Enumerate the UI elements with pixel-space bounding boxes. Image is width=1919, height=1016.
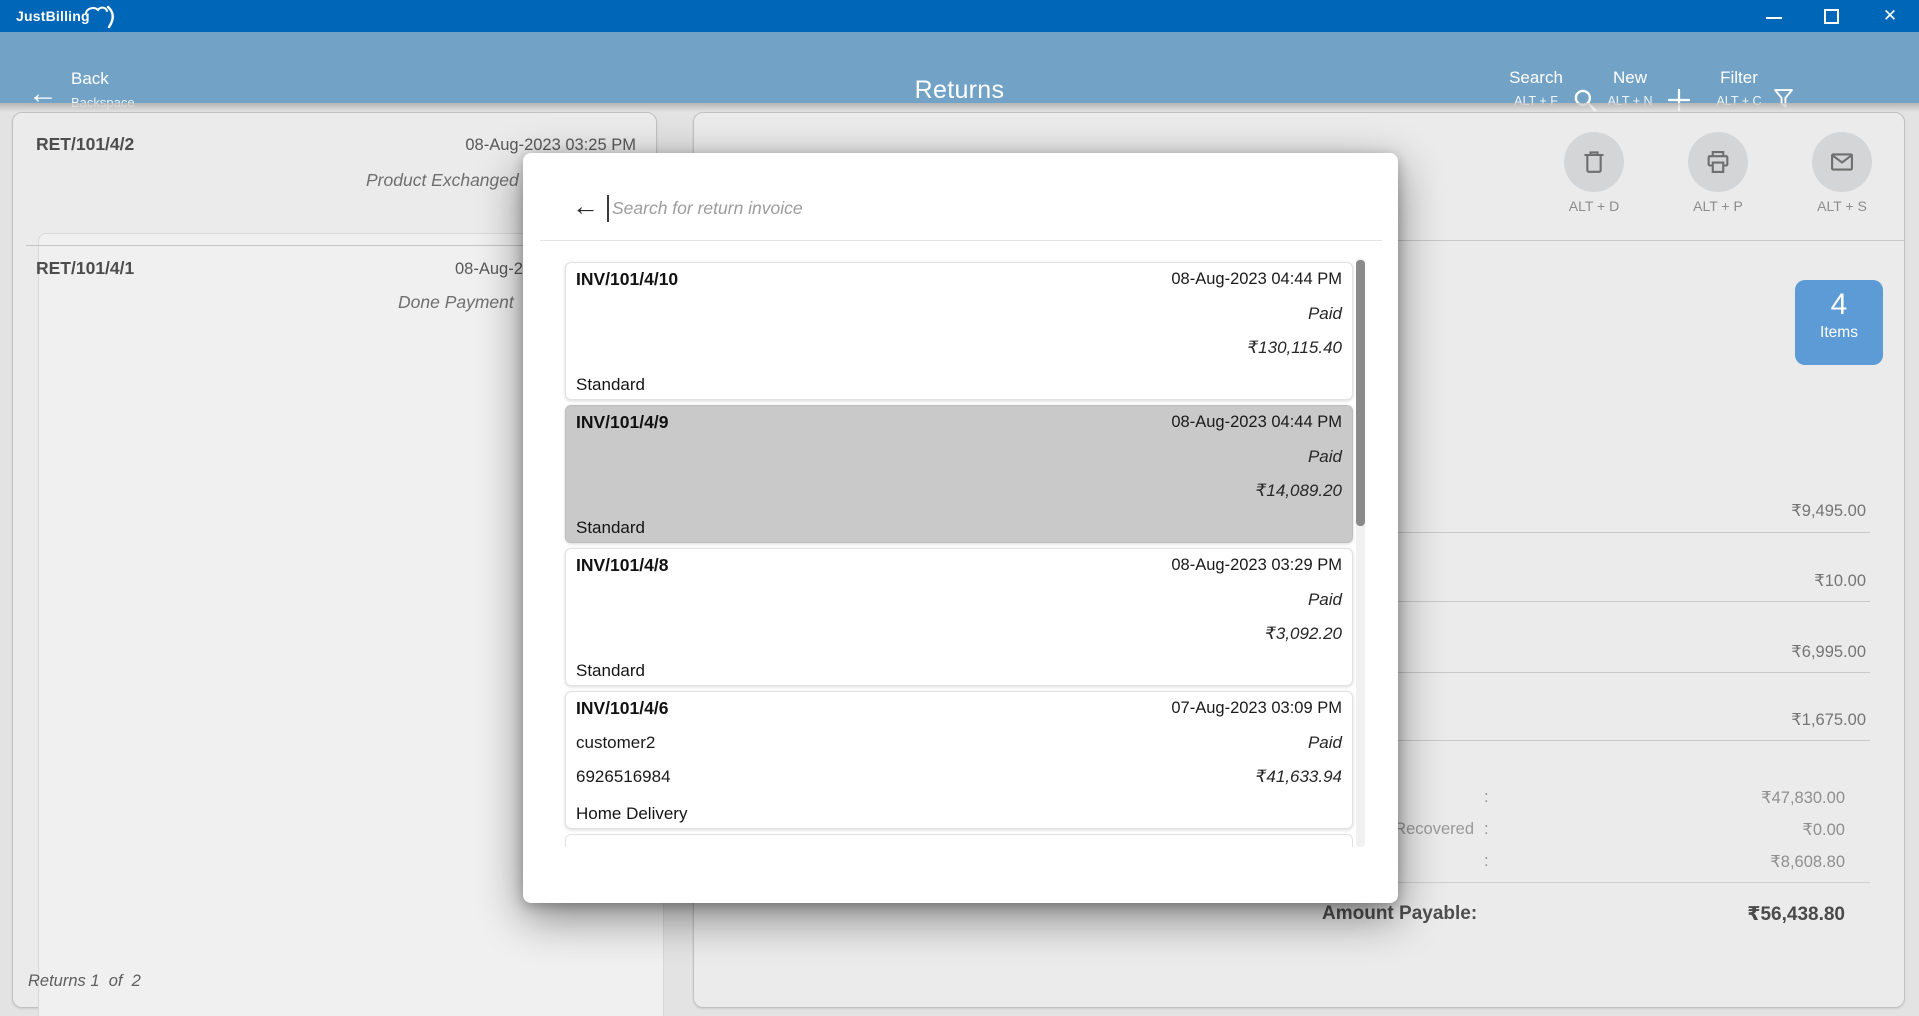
invoice-amount: ₹3,092.20	[1265, 624, 1342, 644]
close-button[interactable]: ✕	[1867, 0, 1913, 32]
maximize-button[interactable]	[1809, 0, 1855, 32]
invoice-card-partial[interactable]	[565, 834, 1353, 847]
invoice-card[interactable]: INV/101/4/10 08-Aug-2023 04:44 PM Paid ₹…	[565, 262, 1353, 400]
invoice-number: INV/101/4/6	[576, 698, 668, 719]
filter-button-label: Filter	[1704, 68, 1774, 88]
envelope-icon	[1828, 148, 1856, 176]
app-header: ← Back Backspace Returns Search ALT + F …	[0, 32, 1919, 103]
return-id: RET/101/4/1	[36, 258, 134, 279]
summary-colon: :	[1484, 788, 1489, 807]
invoice-card[interactable]: INV/101/4/6 07-Aug-2023 03:09 PM custome…	[565, 691, 1353, 829]
app-window: JustBilling ✕ ← Back Backspace Returns S…	[0, 0, 1919, 1016]
line-amount: ₹1,675.00	[1600, 710, 1866, 730]
invoice-amount: ₹41,633.94	[1256, 767, 1342, 787]
invoice-amount: ₹14,089.20	[1256, 481, 1342, 501]
minimize-button[interactable]	[1751, 0, 1797, 32]
return-id: RET/101/4/2	[36, 134, 134, 155]
invoice-type: Standard	[576, 375, 645, 395]
maximize-icon	[1824, 9, 1839, 24]
modal-header-divider	[540, 240, 1382, 241]
header-shadow	[0, 103, 1919, 112]
invoice-datetime: 08-Aug-2023 04:44 PM	[1171, 270, 1342, 289]
line-amount: ₹6,995.00	[1600, 642, 1866, 662]
send-button[interactable]	[1812, 132, 1872, 192]
return-datetime: 08-Aug-20	[455, 260, 532, 279]
summary-value: ₹8,608.80	[1600, 852, 1845, 872]
printer-icon	[1704, 148, 1732, 176]
summary-value: ₹0.00	[1600, 820, 1845, 840]
summary-colon: :	[1484, 852, 1489, 871]
amount-payable-value: ₹56,438.80	[1600, 903, 1845, 926]
invoice-type: Standard	[576, 661, 645, 681]
titlebar: JustBilling ✕	[0, 0, 1919, 32]
invoice-type: Standard	[576, 518, 645, 538]
invoice-datetime: 08-Aug-2023 04:44 PM	[1171, 413, 1342, 432]
modal-list-scrollbar-thumb[interactable]	[1356, 260, 1365, 526]
delete-button[interactable]	[1564, 132, 1624, 192]
invoice-phone: 6926516984	[576, 767, 671, 787]
invoice-number: INV/101/4/8	[576, 555, 668, 576]
items-count-badge: 4 Items	[1795, 280, 1883, 365]
cloud-logo-icon	[84, 1, 128, 31]
invoice-amount: ₹130,115.40	[1247, 338, 1342, 358]
invoice-datetime: 08-Aug-2023 03:29 PM	[1171, 556, 1342, 575]
app-logo: JustBilling	[16, 8, 90, 24]
invoice-status: Paid	[1308, 447, 1342, 467]
summary-colon: :	[1484, 820, 1489, 839]
items-count: 4	[1795, 288, 1883, 322]
trash-icon	[1580, 148, 1608, 176]
invoice-status: Paid	[1308, 733, 1342, 753]
invoice-datetime: 07-Aug-2023 03:09 PM	[1171, 699, 1342, 718]
items-label: Items	[1795, 324, 1883, 342]
summary-value: ₹47,830.00	[1600, 788, 1845, 808]
invoice-status: Paid	[1308, 590, 1342, 610]
invoice-card[interactable]: INV/101/4/8 08-Aug-2023 03:29 PM Paid ₹3…	[565, 548, 1353, 686]
invoice-number: INV/101/4/10	[576, 269, 678, 290]
return-status: Done Payment	[398, 292, 514, 313]
invoice-customer: customer2	[576, 733, 655, 753]
amount-payable-label: Amount Payable:	[1322, 903, 1477, 925]
invoice-number: INV/101/4/9	[576, 412, 668, 433]
line-amount: ₹9,495.00	[1600, 501, 1866, 521]
print-shortcut: ALT + P	[1676, 198, 1760, 214]
send-shortcut: ALT + S	[1800, 198, 1884, 214]
invoice-type: Home Delivery	[576, 804, 687, 824]
line-amount: ₹10.00	[1600, 571, 1866, 591]
return-status: Product Exchanged	[366, 170, 519, 191]
invoice-card-selected[interactable]: INV/101/4/9 08-Aug-2023 04:44 PM Paid ₹1…	[565, 405, 1353, 543]
delete-shortcut: ALT + D	[1552, 198, 1636, 214]
invoice-status: Paid	[1308, 304, 1342, 324]
new-button-label: New	[1602, 68, 1658, 88]
minimize-icon	[1766, 17, 1782, 19]
print-button[interactable]	[1688, 132, 1748, 192]
modal-back-arrow-icon[interactable]: ←	[572, 191, 599, 221]
search-button-label: Search	[1500, 68, 1572, 88]
invoice-search-input[interactable]	[612, 192, 1262, 224]
text-caret	[607, 195, 609, 222]
returns-pager: Returns 1 of 2	[28, 972, 141, 991]
